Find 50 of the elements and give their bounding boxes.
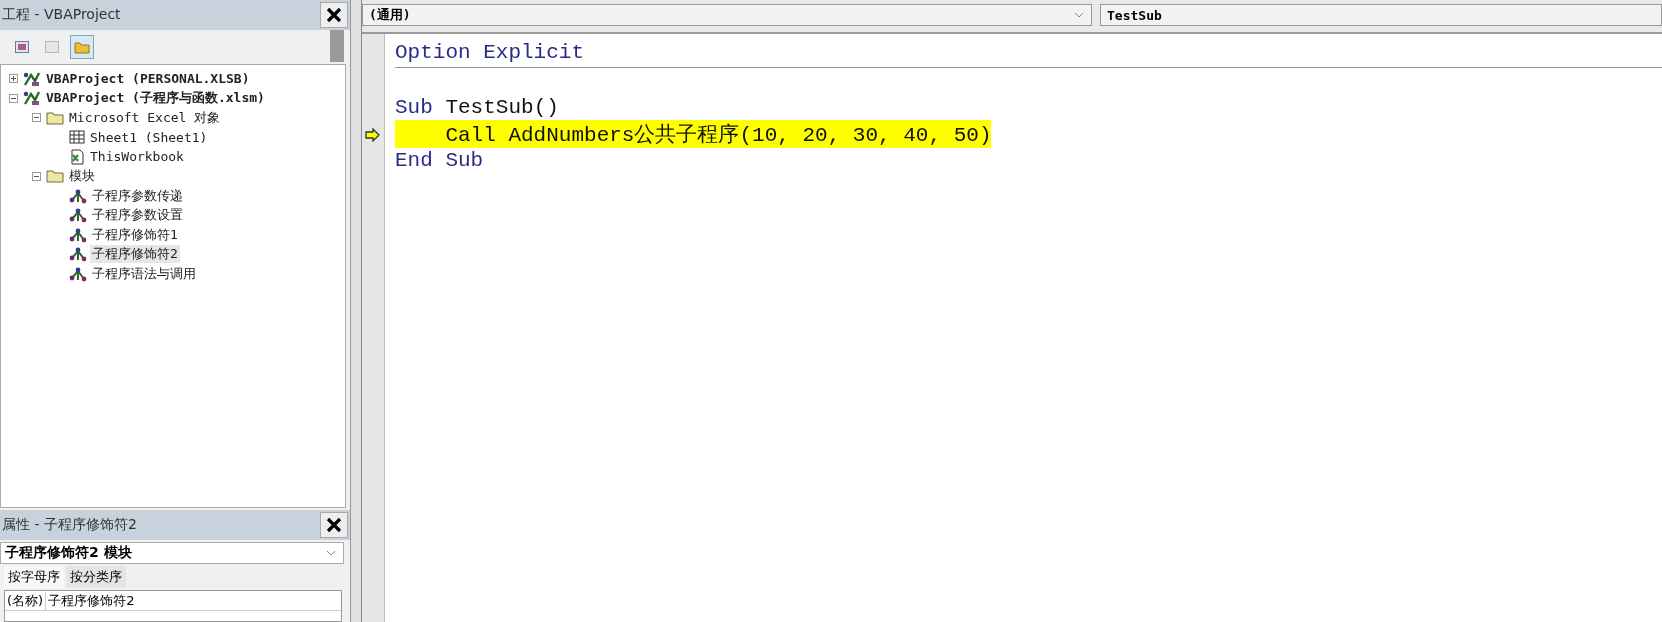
folder-icon xyxy=(46,169,64,184)
close-button[interactable] xyxy=(320,2,348,28)
pane-title: 属性 - 子程序修饰符2 xyxy=(2,516,137,534)
close-icon xyxy=(325,6,343,24)
tree-item[interactable]: VBAProject (PERSONAL.XLSB) xyxy=(44,71,252,87)
tree-item[interactable]: 模块 xyxy=(67,167,97,186)
module-icon xyxy=(69,246,87,263)
module-icon xyxy=(69,207,87,224)
pane-title: 工程 - VBAProject xyxy=(2,6,121,24)
code-line: End Sub xyxy=(395,149,484,173)
tree-item[interactable]: 子程序语法与调用 xyxy=(90,264,198,283)
tree-item[interactable]: ThisWorkbook xyxy=(88,149,186,165)
expand-icon[interactable] xyxy=(9,74,20,84)
folder-icon xyxy=(74,40,90,54)
object-dropdown[interactable]: (通用) xyxy=(362,4,1092,26)
close-icon xyxy=(325,516,343,534)
collapse-icon[interactable] xyxy=(9,93,20,103)
module-icon xyxy=(69,187,87,204)
tree-item[interactable]: VBAProject (子程序与函数.xlsm) xyxy=(44,89,267,108)
module-icon xyxy=(69,226,87,243)
module-icon xyxy=(69,265,87,282)
close-button[interactable] xyxy=(320,512,348,538)
code-line: Sub TestSub() xyxy=(395,96,559,120)
sheet-icon xyxy=(69,129,85,146)
procedure-dropdown[interactable]: TestSub xyxy=(1100,4,1662,26)
collapse-icon[interactable] xyxy=(32,113,43,123)
tree-item[interactable]: Microsoft Excel 对象 xyxy=(67,108,223,127)
tree-item[interactable]: 子程序修饰符2 xyxy=(90,245,180,264)
toggle-folders-button[interactable] xyxy=(70,35,94,59)
tree-item[interactable]: 子程序参数传递 xyxy=(90,186,185,205)
chevron-down-icon xyxy=(325,549,337,557)
collapse-icon[interactable] xyxy=(32,171,43,181)
project-icon xyxy=(23,90,41,107)
object-dropdown[interactable]: 子程序修饰符2 模块 xyxy=(0,542,344,564)
scrollbar[interactable] xyxy=(330,30,344,62)
project-icon xyxy=(23,70,41,87)
tree-item[interactable]: Sheet1 (Sheet1) xyxy=(88,129,210,145)
form-icon xyxy=(45,41,59,53)
property-name: (名称) xyxy=(5,591,47,610)
tab[interactable]: 按分类序 xyxy=(66,566,126,588)
code-window-icon xyxy=(15,41,29,53)
folder-icon xyxy=(46,110,64,125)
workbook-icon xyxy=(69,148,85,165)
tab[interactable]: 按字母序 xyxy=(4,566,64,588)
code-line: Option Explicit xyxy=(395,41,585,64)
tree-item[interactable]: 子程序修饰符1 xyxy=(90,225,180,244)
property-value[interactable]: 子程序修饰符2 xyxy=(46,591,137,610)
chevron-down-icon xyxy=(1073,11,1085,19)
tree-item[interactable]: 子程序参数设置 xyxy=(90,206,185,225)
code-editor[interactable]: Option Explicit Sub TestSub() Call AddNumbers公共子程序(10, 20, 30, 40, 50) End Sub xyxy=(385,34,1662,622)
